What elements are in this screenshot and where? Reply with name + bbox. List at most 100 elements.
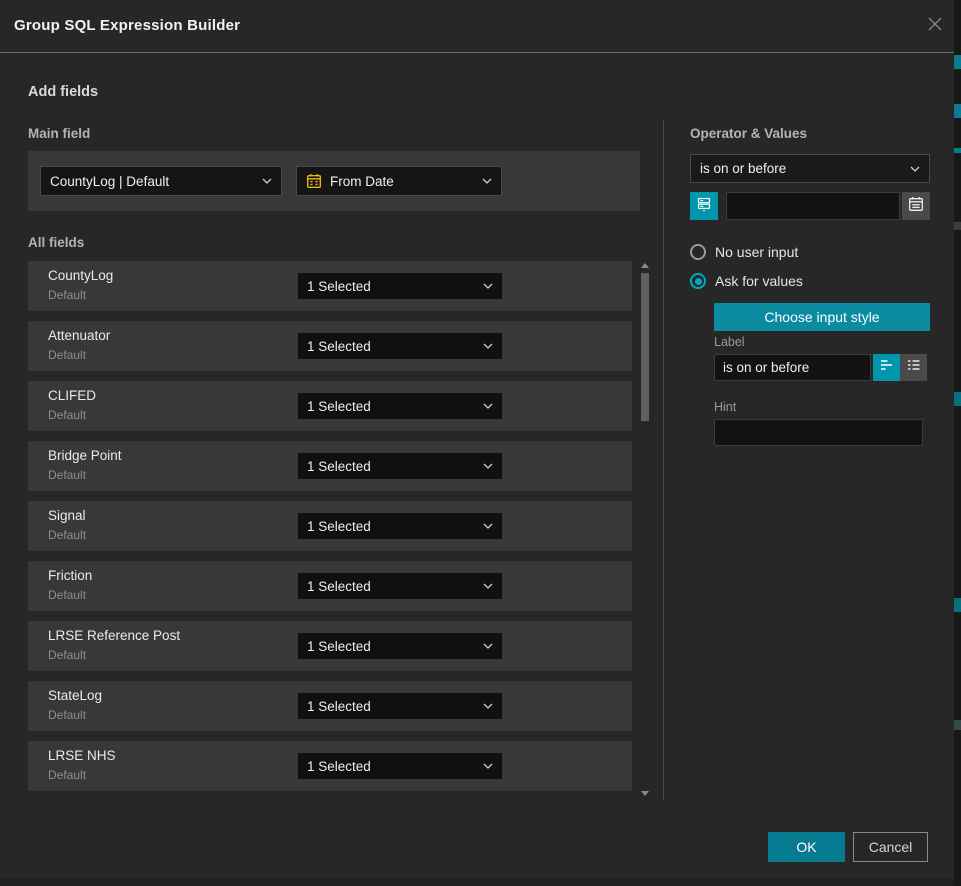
chevron-down-icon (262, 178, 272, 184)
value-input-type-button[interactable] (690, 192, 718, 220)
field-selected-dropdown[interactable]: 1 Selected (298, 633, 502, 659)
list-scrollbar[interactable] (639, 261, 651, 798)
choose-input-style-button[interactable]: Choose input style (714, 303, 930, 331)
ok-button[interactable]: OK (768, 832, 845, 862)
chevron-down-icon (483, 643, 493, 649)
field-selected-value: 1 Selected (307, 459, 371, 474)
background-fragment (954, 104, 961, 118)
field-selected-value: 1 Selected (307, 579, 371, 594)
chevron-down-icon (482, 178, 492, 184)
field-sublabel: Default (48, 768, 86, 782)
field-sublabel: Default (48, 528, 86, 542)
background-fragment (954, 55, 961, 69)
chevron-down-icon (483, 343, 493, 349)
field-row: Attenuator Default 1 Selected (28, 321, 632, 371)
radio-ask-for-values[interactable]: Ask for values (690, 273, 803, 289)
hint-field-label: Hint (714, 400, 736, 414)
list-style-toggle[interactable] (900, 354, 927, 381)
align-left-icon (879, 357, 895, 378)
field-row: LRSE Reference Post Default 1 Selected (28, 621, 632, 671)
field-name: CLIFED (48, 388, 96, 403)
field-selected-dropdown[interactable]: 1 Selected (298, 453, 502, 479)
scroll-down-arrow-icon[interactable] (641, 791, 649, 796)
field-name: Signal (48, 508, 86, 523)
radio-label: No user input (715, 244, 798, 260)
field-selected-dropdown[interactable]: 1 Selected (298, 753, 502, 779)
field-row: Bridge Point Default 1 Selected (28, 441, 632, 491)
field-name: Bridge Point (48, 448, 122, 463)
field-sublabel: Default (48, 348, 86, 362)
field-selected-value: 1 Selected (307, 699, 371, 714)
background-fragment (954, 148, 961, 153)
field-selected-dropdown[interactable]: 1 Selected (298, 273, 502, 299)
field-row: Friction Default 1 Selected (28, 561, 632, 611)
field-selected-value: 1 Selected (307, 399, 371, 414)
field-selected-dropdown[interactable]: 1 Selected (298, 573, 502, 599)
field-selected-dropdown[interactable]: 1 Selected (298, 333, 502, 359)
background-app-bottom-edge (0, 879, 954, 886)
radio-circle-icon (690, 244, 706, 260)
unique-values-icon (696, 196, 712, 217)
field-name: Friction (48, 568, 92, 583)
scroll-up-arrow-icon[interactable] (641, 263, 649, 268)
hint-input[interactable] (714, 419, 923, 446)
field-name: CountyLog (48, 268, 113, 283)
main-field-label: Main field (28, 126, 90, 141)
main-date-field-value: From Date (330, 174, 394, 189)
radio-no-user-input[interactable]: No user input (690, 244, 798, 260)
field-row: CountyLog Default 1 Selected (28, 261, 632, 311)
field-row: CLIFED Default 1 Selected (28, 381, 632, 431)
chevron-down-icon (483, 283, 493, 289)
scrollbar-thumb[interactable] (641, 273, 649, 421)
group-sql-expression-builder-dialog: Group SQL Expression Builder Add fields … (0, 0, 961, 886)
main-layer-select[interactable]: CountyLog | Default (40, 166, 282, 196)
field-row: StateLog Default 1 Selected (28, 681, 632, 731)
cancel-button[interactable]: Cancel (853, 832, 928, 862)
date-value-input[interactable] (726, 192, 900, 220)
operator-values-heading: Operator & Values (690, 126, 807, 141)
field-sublabel: Default (48, 648, 86, 662)
label-field-label: Label (714, 335, 745, 349)
chevron-down-icon (483, 523, 493, 529)
field-name: Attenuator (48, 328, 110, 343)
calendar-icon (908, 196, 924, 217)
background-fragment (954, 392, 961, 406)
single-line-style-toggle[interactable] (873, 354, 900, 381)
field-selected-value: 1 Selected (307, 519, 371, 534)
field-selected-value: 1 Selected (307, 279, 371, 294)
background-fragment (954, 598, 961, 612)
add-fields-heading: Add fields (28, 84, 98, 100)
all-fields-list: CountyLog Default 1 Selected Attenuator … (28, 261, 632, 801)
chevron-down-icon (483, 403, 493, 409)
main-date-field-select[interactable]: From Date (296, 166, 502, 196)
all-fields-label: All fields (28, 235, 84, 250)
date-picker-button[interactable] (902, 192, 930, 220)
field-selected-dropdown[interactable]: 1 Selected (298, 513, 502, 539)
field-selected-dropdown[interactable]: 1 Selected (298, 693, 502, 719)
dialog-title: Group SQL Expression Builder (14, 0, 240, 52)
field-sublabel: Default (48, 408, 86, 422)
chevron-down-icon (483, 763, 493, 769)
panel-divider (663, 120, 664, 800)
field-sublabel: Default (48, 468, 86, 482)
field-name: LRSE Reference Post (48, 628, 180, 643)
radio-selected-icon (690, 273, 706, 289)
chevron-down-icon (910, 166, 920, 172)
operator-select[interactable]: is on or before (690, 154, 930, 183)
chevron-down-icon (483, 703, 493, 709)
label-input[interactable] (714, 354, 871, 381)
field-row: Signal Default 1 Selected (28, 501, 632, 551)
close-button[interactable] (924, 15, 946, 37)
dialog-header: Group SQL Expression Builder (0, 0, 954, 52)
close-icon (927, 16, 943, 37)
field-sublabel: Default (48, 708, 86, 722)
field-sublabel: Default (48, 588, 86, 602)
chevron-down-icon (483, 463, 493, 469)
main-field-row: CountyLog | Default From Date (28, 151, 640, 211)
header-divider (0, 52, 954, 53)
field-selected-value: 1 Selected (307, 759, 371, 774)
bulleted-list-icon (906, 357, 922, 378)
main-layer-select-value: CountyLog | Default (50, 174, 169, 189)
background-fragment (954, 720, 961, 730)
field-selected-dropdown[interactable]: 1 Selected (298, 393, 502, 419)
